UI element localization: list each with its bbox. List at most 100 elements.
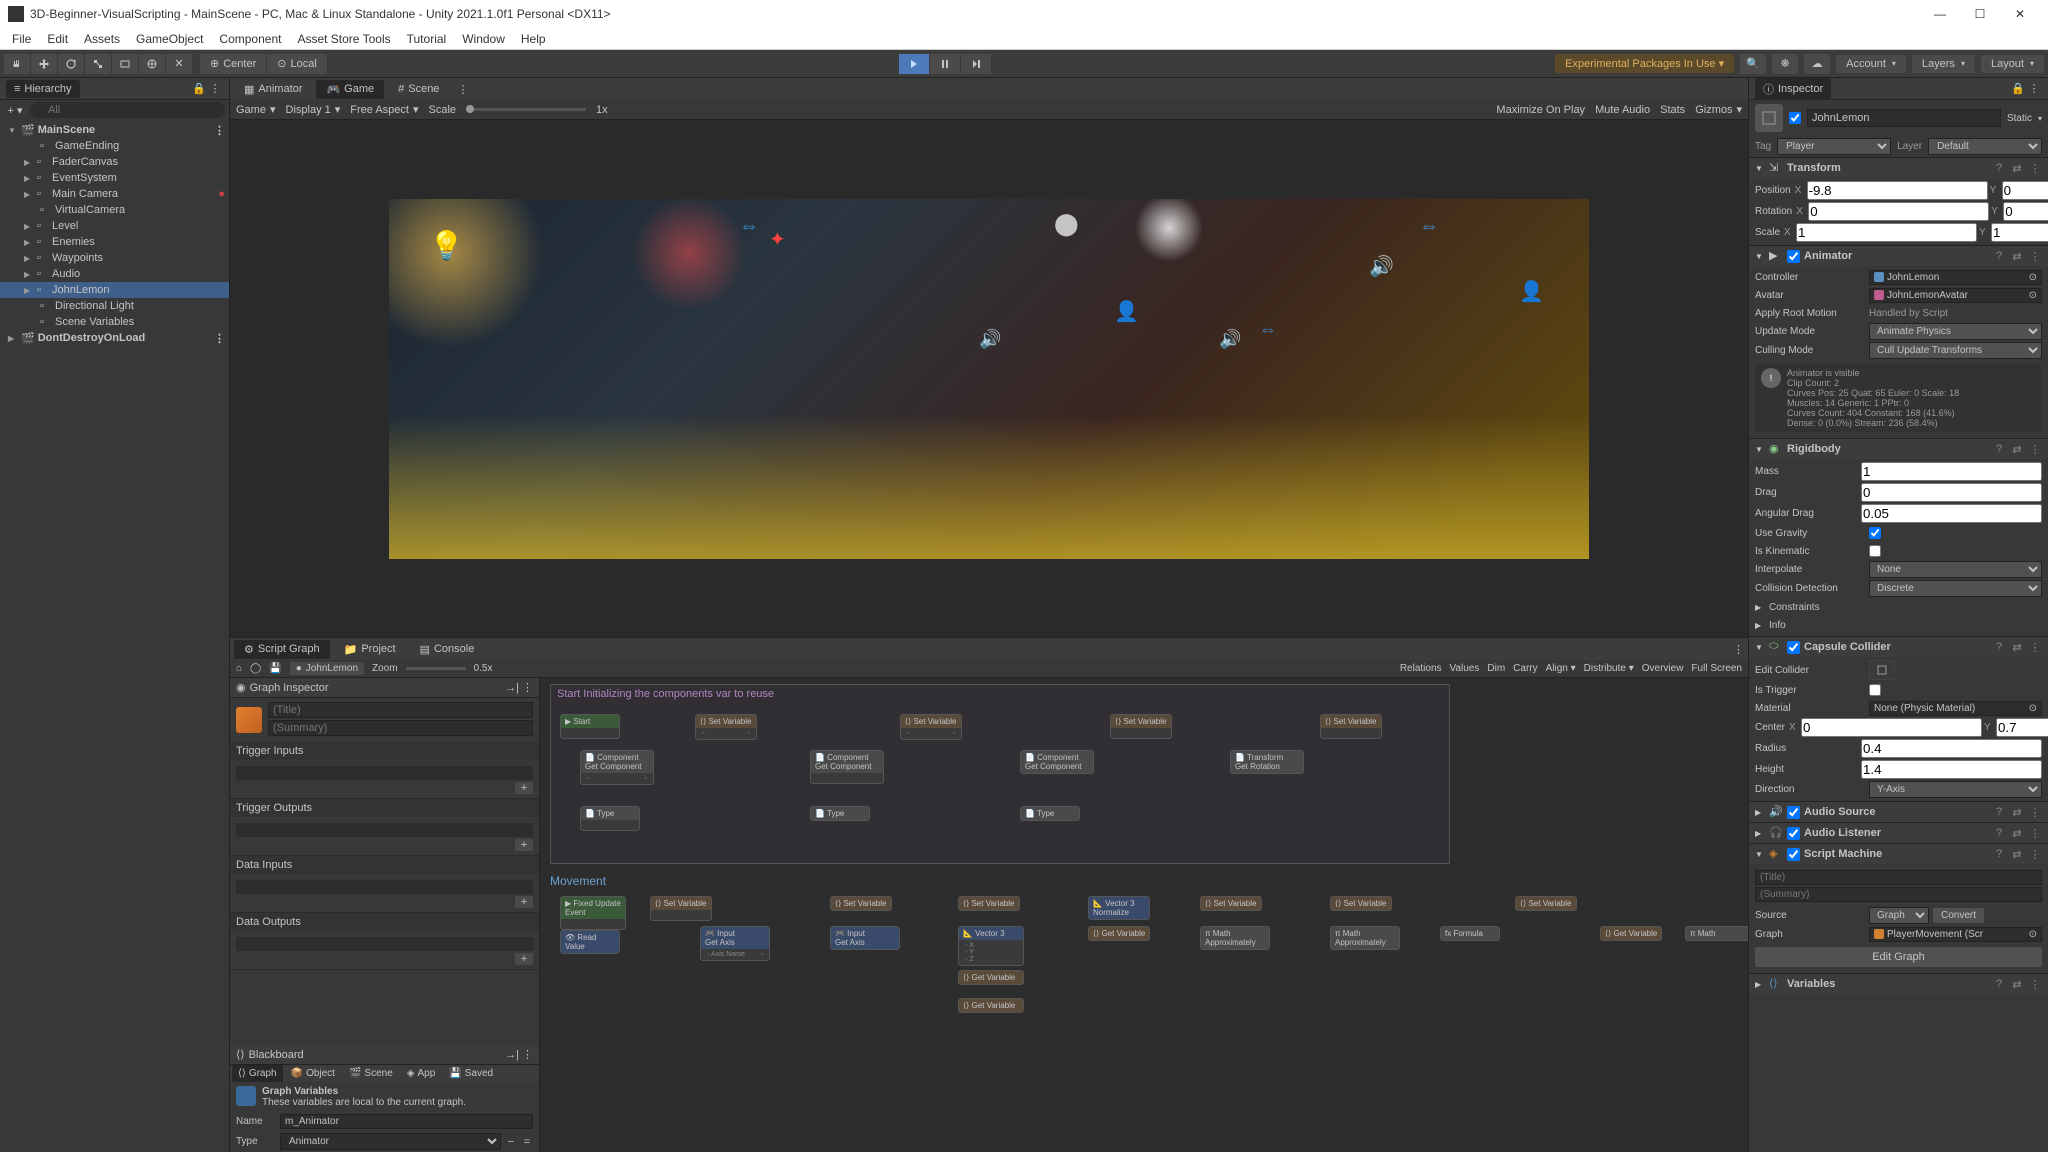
bb-app-tab[interactable]: ◈App [401, 1065, 442, 1082]
maximize-button[interactable]: ☐ [1960, 0, 2000, 28]
hierarchy-item[interactable]: ▶▫FaderCanvas [0, 154, 229, 170]
set-var-anim[interactable]: ⟨⟩ Set Variable [1516, 897, 1576, 910]
convert-button[interactable]: Convert [1933, 908, 1984, 923]
radius-input[interactable] [1861, 739, 2042, 758]
menu-help[interactable]: Help [513, 30, 554, 48]
help-icon[interactable]: ? [1992, 162, 2006, 174]
game-mode-dropdown[interactable]: Game ▾ [236, 103, 276, 116]
drag-input[interactable] [1861, 483, 2042, 502]
audio-listener-enabled[interactable] [1787, 827, 1800, 840]
hierarchy-tab[interactable]: ≡ Hierarchy [6, 80, 80, 98]
hand-tool[interactable] [4, 54, 30, 74]
hierarchy-menu-icon[interactable]: ⋮ [207, 82, 223, 95]
get-var-last[interactable]: ⟨⟩ Get Variable [1601, 927, 1661, 940]
hierarchy-item-selected[interactable]: ▶▫JohnLemon [0, 282, 229, 298]
search-button[interactable]: 🔍 [1740, 54, 1766, 74]
avatar-field[interactable]: JohnLemonAvatar⊙ [1869, 288, 2042, 303]
layer-select[interactable]: Default [1928, 138, 2042, 155]
hierarchy-lock-icon[interactable]: 🔒 [191, 82, 207, 95]
hierarchy-add-button[interactable]: + ▾ [4, 104, 26, 117]
interpolate-select[interactable]: None [1869, 561, 2042, 578]
menu-component[interactable]: Component [211, 30, 289, 48]
graph-home-icon[interactable]: ⌂ [236, 663, 242, 674]
relations-toggle[interactable]: Relations [1400, 663, 1442, 674]
menu-tutorial[interactable]: Tutorial [399, 30, 455, 48]
controller-field[interactable]: JohnLemon⊙ [1869, 270, 2042, 285]
fx-node[interactable]: fx Formula [1441, 927, 1499, 940]
transform-header[interactable]: ▼⇲ Transform ? ⇄ ⋮ [1749, 158, 2048, 178]
fixed-update-node[interactable]: ▶ Fixed UpdateEvent [561, 897, 625, 919]
menu-gameobject[interactable]: GameObject [128, 30, 211, 48]
experimental-packages-button[interactable]: Experimental Packages In Use ▾ [1555, 54, 1734, 73]
graph-lock-icon[interactable]: ◯ [250, 663, 261, 674]
rot-x[interactable] [1808, 202, 1989, 221]
hierarchy-item[interactable]: ▶▫Waypoints [0, 250, 229, 266]
pos-x[interactable] [1807, 181, 1988, 200]
zoom-slider[interactable] [406, 667, 466, 670]
inspector-lock-icon[interactable]: 🔒 [2010, 82, 2026, 95]
math-node-3[interactable]: π Math [1686, 927, 1748, 940]
set-var-norm-node[interactable]: ⟨⟩ Set Variable [1201, 897, 1261, 910]
add-data-output[interactable]: + [515, 953, 533, 965]
culling-mode-select[interactable]: Cull Update Transforms [1869, 342, 2042, 359]
rb-info-foldout[interactable]: Info [1769, 620, 1786, 631]
transform-tool[interactable] [139, 54, 165, 74]
hierarchy-item[interactable]: ▫GameEnding [0, 138, 229, 154]
get-variable-node[interactable]: ⟨⟩ Get Variable [959, 971, 1023, 984]
data-inputs-section[interactable]: Data Inputs [230, 856, 539, 874]
physic-material-field[interactable]: None (Physic Material)⊙ [1869, 701, 2042, 716]
graph-field[interactable]: PlayerMovement (Scr⊙ [1869, 927, 2042, 942]
animator-enabled[interactable] [1787, 250, 1800, 263]
data-outputs-section[interactable]: Data Outputs [230, 913, 539, 931]
close-button[interactable]: ✕ [2000, 0, 2040, 28]
script-graph-tab[interactable]: ⚙ Script Graph [234, 640, 330, 659]
get-variable-node-2[interactable]: ⟨⟩ Get Variable [959, 999, 1023, 1012]
add-data-input[interactable]: + [515, 896, 533, 908]
sm-summary-input[interactable] [1755, 887, 2042, 902]
type-node-2[interactable]: 📄 Type [811, 807, 869, 820]
get-component-node-2[interactable]: 📄 ComponentGet Component [811, 751, 883, 773]
rotate-tool[interactable] [58, 54, 84, 74]
inspector-menu-icon[interactable]: ⋮ [2026, 82, 2042, 95]
type-node-3[interactable]: 📄 Type [1021, 807, 1079, 820]
display-dropdown[interactable]: Display 1 ▾ [286, 103, 341, 116]
center-y[interactable] [1996, 718, 2048, 737]
layers-dropdown[interactable]: Layers ▾ [1912, 55, 1975, 73]
update-mode-select[interactable]: Animate Physics [1869, 323, 2042, 340]
input-axis-node[interactable]: 🎮 InputGet Axis [701, 927, 769, 949]
console-tab[interactable]: ▤ Console [410, 640, 485, 659]
animator-tab[interactable]: ▦ Animator [234, 80, 312, 99]
script-machine-enabled[interactable] [1787, 848, 1800, 861]
start-node[interactable]: ▶ Start [561, 715, 619, 728]
get-component-node-3[interactable]: 📄 ComponentGet Component [1021, 751, 1093, 773]
game-tab[interactable]: 🎮 Game [316, 80, 384, 99]
transform-rotation-node[interactable]: 📄 TransformGet Rotation [1231, 751, 1303, 773]
constraints-foldout[interactable]: Constraints [1769, 602, 1820, 613]
math-node[interactable]: π MathApproximately [1201, 927, 1269, 949]
menu-window[interactable]: Window [454, 30, 513, 48]
hierarchy-item[interactable]: ▫Scene Variables [0, 314, 229, 330]
direction-select[interactable]: Y-Axis [1869, 781, 2042, 798]
get-component-node[interactable]: 📄 ComponentGet Component [581, 751, 653, 773]
graph-canvas[interactable]: Start Initializing the components var to… [540, 678, 1748, 1152]
menu-edit[interactable]: Edit [39, 30, 76, 48]
capsule-enabled[interactable] [1787, 641, 1800, 654]
cloud-button[interactable]: ☁ [1804, 54, 1830, 74]
rigidbody-header[interactable]: ▼◉ Rigidbody ?⇄⋮ [1749, 439, 2048, 459]
variables-header[interactable]: ▶⟨⟩ Variables ?⇄⋮ [1749, 974, 2048, 994]
align-dropdown[interactable]: Align ▾ [1546, 663, 1576, 674]
mass-input[interactable] [1861, 462, 2042, 481]
preset-icon[interactable]: ⇄ [2010, 162, 2024, 175]
bb-graph-tab[interactable]: ⟨⟩Graph [232, 1065, 283, 1082]
bb-saved-tab[interactable]: 💾Saved [443, 1065, 499, 1082]
gameobject-active-checkbox[interactable] [1789, 112, 1801, 124]
vector3-node[interactable]: 📐 Vector 3 [959, 927, 1023, 940]
pos-y[interactable] [2002, 181, 2048, 200]
graph-summary-input[interactable] [268, 720, 533, 736]
read-value-node[interactable]: 👁 ReadValue [561, 931, 619, 953]
maximize-toggle[interactable]: Maximize On Play [1496, 104, 1585, 116]
edit-graph-button[interactable]: Edit Graph [1755, 947, 2042, 967]
set-var-v-node[interactable]: ⟨⟩ Set Variable [831, 897, 891, 910]
is-trigger-checkbox[interactable] [1869, 684, 1881, 696]
account-dropdown[interactable]: Account ▾ [1836, 55, 1906, 73]
